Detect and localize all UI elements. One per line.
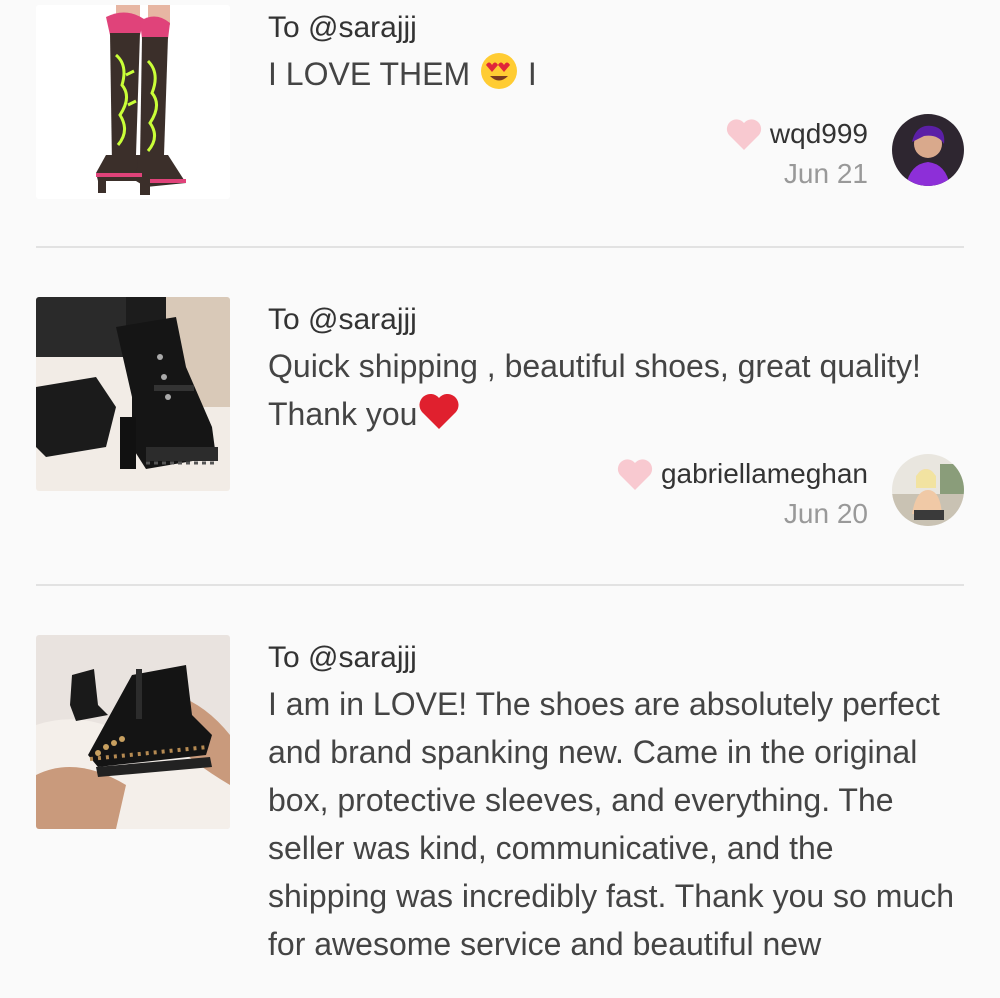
review-recipient: To @sarajjj: [268, 303, 417, 336]
reviewer-avatar[interactable]: [892, 114, 964, 186]
review-author: wqd999: [724, 114, 868, 154]
reviewer-avatar[interactable]: [892, 454, 964, 526]
heart-icon[interactable]: [615, 454, 655, 494]
divider: [36, 584, 964, 586]
review-date: Jun 21: [783, 158, 868, 189]
product-thumbnail-knee-boots[interactable]: [36, 5, 230, 199]
heart-icon[interactable]: [724, 114, 764, 154]
review-author: gabriellameghan: [615, 454, 868, 494]
review-text: I am in LOVE! The shoes are absolutely p…: [268, 686, 954, 962]
review-item: To @sarajjj Quick shipping , beautiful s…: [36, 296, 964, 536]
review-item: To @sarajjj I am in LOVE! The shoes are …: [36, 634, 964, 998]
review-text: I LOVE THEM I: [268, 50, 958, 104]
reviewer-username[interactable]: wqd999: [770, 118, 868, 150]
review-body: To @sarajjj Quick shipping , beautiful s…: [268, 298, 958, 444]
heart-eyes-emoji-icon: [479, 51, 519, 104]
product-thumbnail-combat-boots[interactable]: [36, 297, 230, 491]
review-body: To @sarajjj I am in LOVE! The shoes are …: [268, 636, 958, 968]
review-text: Quick shipping , beautiful shoes, great …: [268, 342, 958, 444]
reviewer-username[interactable]: gabriellameghan: [661, 458, 868, 490]
product-thumbnail-studded-boots[interactable]: [36, 635, 230, 829]
review-item: To @sarajjj I LOVE THEM I wqd999 Jun 21: [36, 0, 964, 210]
review-feed: To @sarajjj I LOVE THEM I wqd999 Jun 21: [0, 0, 1000, 998]
review-recipient: To @sarajjj: [268, 11, 417, 44]
review-recipient: To @sarajjj: [268, 641, 417, 674]
red-heart-emoji-icon: [417, 391, 461, 444]
review-date: Jun 20: [783, 498, 868, 529]
review-body: To @sarajjj I LOVE THEM I: [268, 6, 958, 104]
divider: [36, 246, 964, 248]
